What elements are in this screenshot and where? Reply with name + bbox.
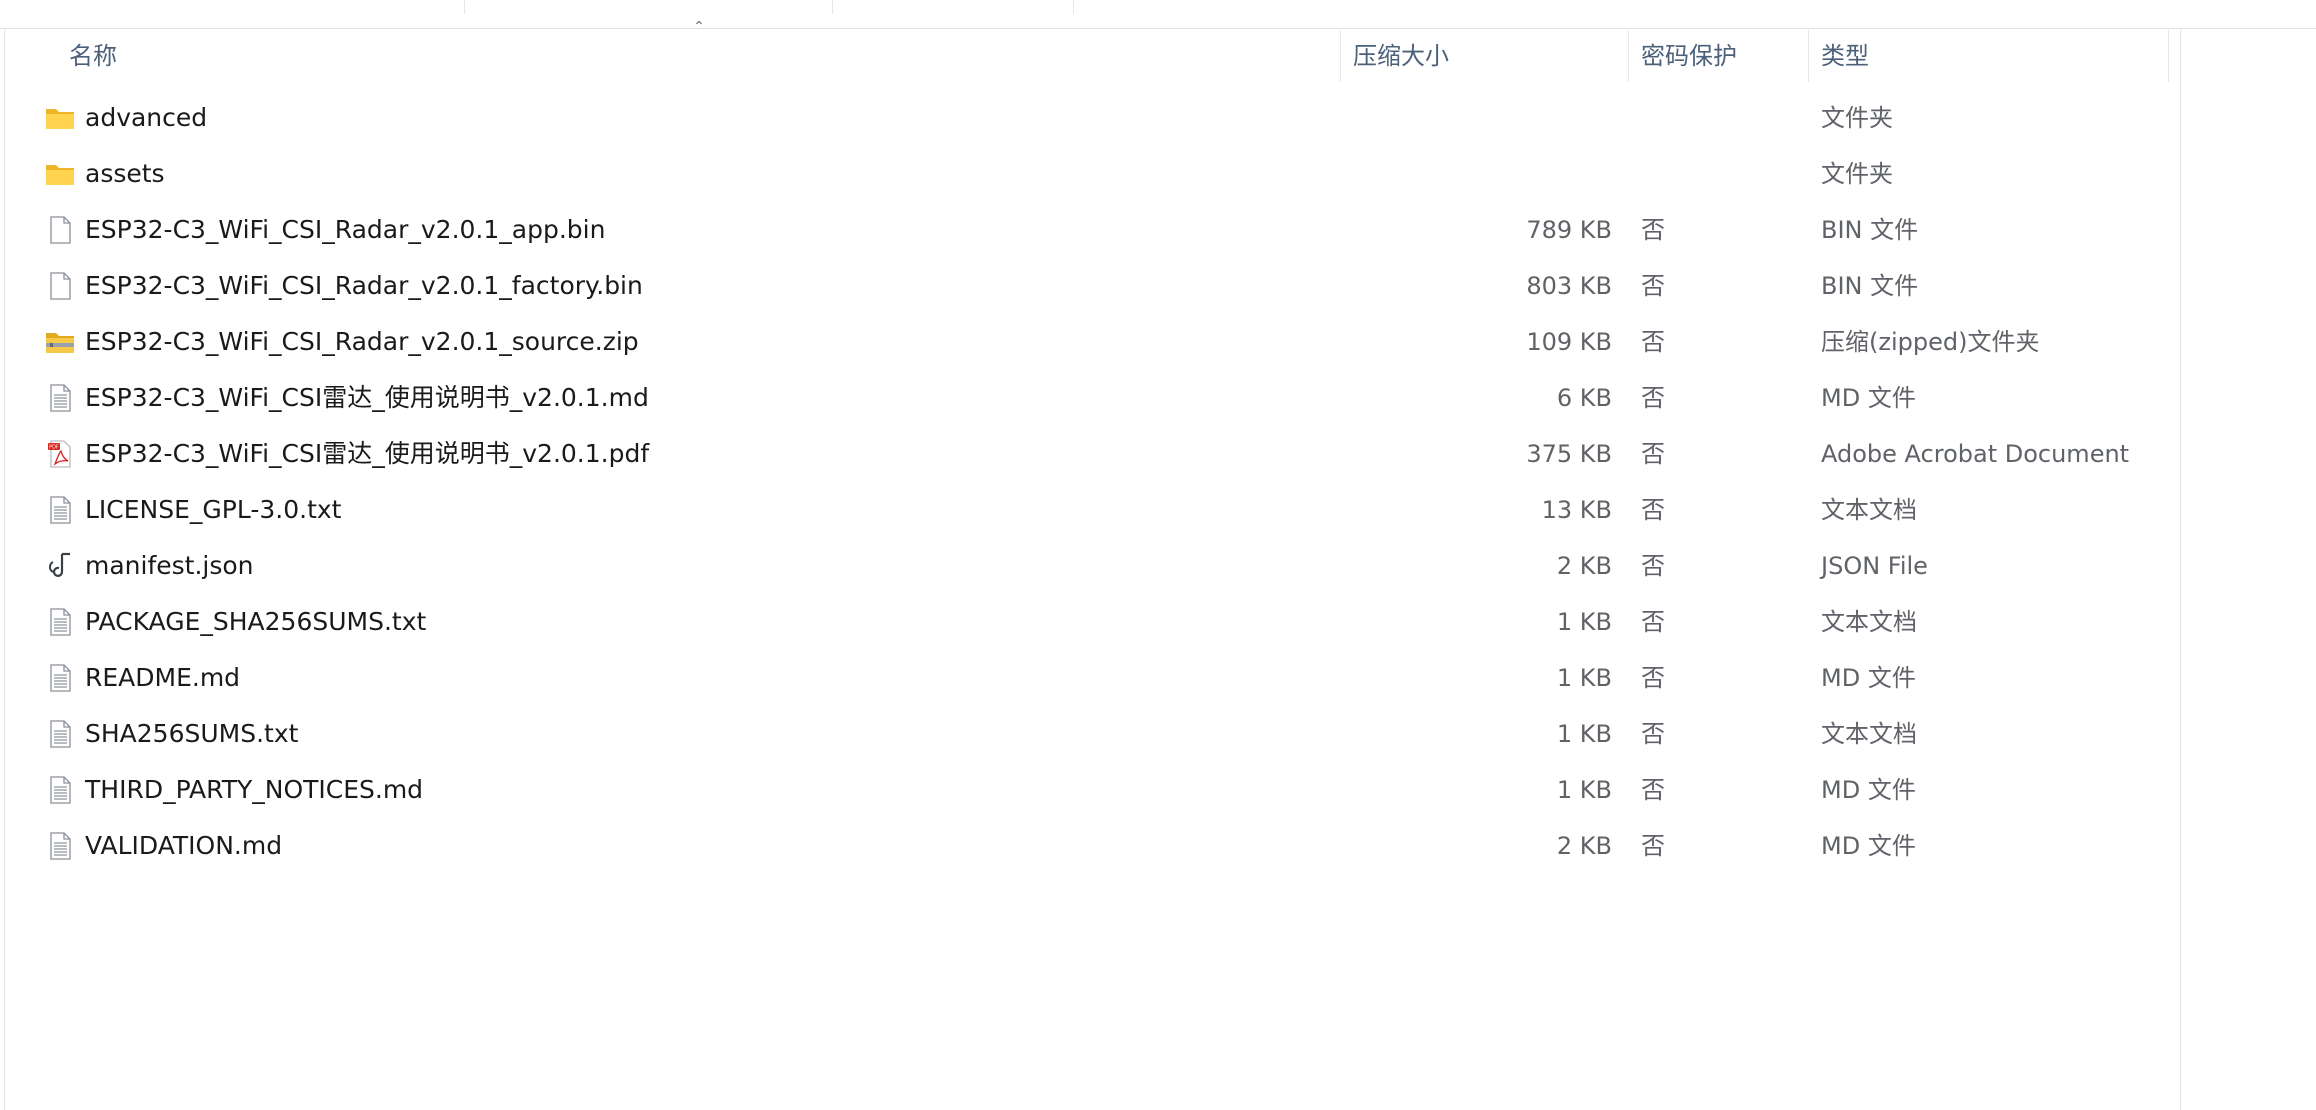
file-row[interactable]: PDF ESP32-C3_WiFi_CSI雷达_使用说明书_v2.0.1.pdf 3… — [0, 426, 2170, 482]
column-header-row: 名称 压缩大小 密码保护 类型 — [0, 30, 2170, 82]
text-file-icon — [44, 606, 76, 638]
file-name: ESP32-C3_WiFi_CSI雷达_使用说明书_v2.0.1.md — [85, 383, 649, 412]
file-name: advanced — [85, 103, 208, 132]
file-name: ESP32-C3_WiFi_CSI_Radar_v2.0.1_source.zi… — [85, 327, 639, 356]
file-row[interactable]: ESP32-C3_WiFi_CSI_Radar_v2.0.1_source.zi… — [0, 314, 2170, 370]
column-divider[interactable] — [1628, 30, 1629, 82]
file-size: 1 KB — [1556, 776, 1612, 804]
json-file-icon — [44, 550, 76, 582]
file-row[interactable]: PACKAGE_SHA256SUMS.txt 1 KB 否 文本文档 — [0, 594, 2170, 650]
file-protected: 否 — [1641, 832, 1665, 860]
file-size: 803 KB — [1526, 272, 1612, 300]
file-name: ESP32-C3_WiFi_CSI_Radar_v2.0.1_app.bin — [85, 215, 606, 244]
file-size: 6 KB — [1556, 384, 1612, 412]
file-type: MD 文件 — [1821, 776, 1916, 804]
file-name: assets — [85, 159, 165, 188]
column-divider[interactable] — [2168, 30, 2169, 82]
column-header-protected[interactable]: 密码保护 — [1641, 30, 1737, 82]
file-protected: 否 — [1641, 496, 1665, 524]
file-name: SHA256SUMS.txt — [85, 719, 299, 748]
file-size: 109 KB — [1526, 328, 1612, 356]
file-protected: 否 — [1641, 440, 1665, 468]
file-size — [1380, 90, 1612, 146]
file-type: MD 文件 — [1821, 384, 1916, 412]
file-name: VALIDATION.md — [85, 831, 283, 860]
text-file-icon — [44, 830, 76, 862]
file-name: README.md — [85, 663, 241, 692]
file-row[interactable]: THIRD_PARTY_NOTICES.md 1 KB 否 MD 文件 — [0, 762, 2170, 818]
file-size: 375 KB — [1526, 440, 1612, 468]
file-name: PACKAGE_SHA256SUMS.txt — [85, 607, 427, 636]
toolbar-divider — [1073, 0, 1074, 14]
text-file-icon — [44, 774, 76, 806]
toolbar-strip — [0, 0, 2316, 29]
file-size: 1 KB — [1556, 664, 1612, 692]
blank-file-icon — [44, 214, 76, 246]
file-type: JSON File — [1821, 552, 1928, 580]
file-type: 文本文档 — [1821, 496, 1917, 524]
file-type: 文件夹 — [1821, 104, 1893, 132]
file-name: ESP32-C3_WiFi_CSI雷达_使用说明书_v2.0.1.pdf — [85, 439, 650, 468]
file-size: 2 KB — [1556, 832, 1612, 860]
column-header-size[interactable]: 压缩大小 — [1353, 30, 1449, 82]
text-file-icon — [44, 662, 76, 694]
file-protected: 否 — [1641, 328, 1665, 356]
file-size: 789 KB — [1526, 216, 1612, 244]
zip-folder-icon — [44, 326, 76, 358]
file-type: Adobe Acrobat Document — [1821, 440, 2130, 468]
file-protected: 否 — [1641, 272, 1665, 300]
file-protected: 否 — [1641, 608, 1665, 636]
file-row[interactable]: assets 文件夹 — [0, 146, 2170, 202]
pdf-file-icon: PDF — [44, 438, 76, 470]
file-row[interactable]: ESP32-C3_WiFi_CSI_Radar_v2.0.1_app.bin 78… — [0, 202, 2170, 258]
file-protected: 否 — [1641, 664, 1665, 692]
file-protected: 否 — [1641, 216, 1665, 244]
column-header-name[interactable]: 名称 — [69, 30, 117, 82]
file-type: BIN 文件 — [1821, 216, 1919, 244]
file-name: ESP32-C3_WiFi_CSI_Radar_v2.0.1_factory.b… — [85, 271, 643, 300]
file-row[interactable]: advanced 文件夹 — [0, 90, 2170, 146]
file-protected: 否 — [1641, 384, 1665, 412]
file-list: advanced 文件夹 assets 文件夹 ESP32-C3_WiFi_CSI_Ra… — [0, 90, 2170, 874]
file-type: BIN 文件 — [1821, 272, 1919, 300]
file-type: 文本文档 — [1821, 608, 1917, 636]
file-name: manifest.json — [85, 551, 254, 580]
file-name: THIRD_PARTY_NOTICES.md — [85, 775, 424, 804]
toolbar-divider — [832, 0, 833, 14]
file-row[interactable]: README.md 1 KB 否 MD 文件 — [0, 650, 2170, 706]
folder-icon — [44, 102, 76, 134]
text-file-icon — [44, 382, 76, 414]
svg-text:PDF: PDF — [49, 445, 59, 451]
file-type: 压缩(zipped)文件夹 — [1821, 328, 2040, 356]
file-row[interactable]: SHA256SUMS.txt 1 KB 否 文本文档 — [0, 706, 2170, 762]
column-divider[interactable] — [1340, 30, 1341, 82]
file-row[interactable]: ESP32-C3_WiFi_CSI雷达_使用说明书_v2.0.1.md 6 KB 否… — [0, 370, 2170, 426]
file-protected: 否 — [1641, 776, 1665, 804]
file-type: MD 文件 — [1821, 664, 1916, 692]
file-size: 1 KB — [1556, 720, 1612, 748]
folder-icon — [44, 158, 76, 190]
file-protected: 否 — [1641, 552, 1665, 580]
file-row[interactable]: ESP32-C3_WiFi_CSI_Radar_v2.0.1_factory.b… — [0, 258, 2170, 314]
file-row[interactable]: LICENSE_GPL-3.0.txt 13 KB 否 文本文档 — [0, 482, 2170, 538]
pane-right-border — [2180, 28, 2181, 1110]
file-type: MD 文件 — [1821, 832, 1916, 860]
file-protected: 否 — [1641, 720, 1665, 748]
file-type: 文本文档 — [1821, 720, 1917, 748]
file-name: LICENSE_GPL-3.0.txt — [85, 495, 342, 524]
file-size: 13 KB — [1541, 496, 1612, 524]
toolbar-divider — [464, 0, 465, 14]
file-size — [1380, 146, 1612, 202]
file-explorer-window: ⌃ 名称 压缩大小 密码保护 类型 advanced 文件夹 assets 文件夹 ES… — [0, 0, 2316, 1110]
column-header-type[interactable]: 类型 — [1821, 30, 1869, 82]
file-size: 1 KB — [1556, 608, 1612, 636]
column-divider[interactable] — [1808, 30, 1809, 82]
file-type: 文件夹 — [1821, 160, 1893, 188]
text-file-icon — [44, 718, 76, 750]
file-row[interactable]: manifest.json 2 KB 否 JSON File — [0, 538, 2170, 594]
file-size: 2 KB — [1556, 552, 1612, 580]
blank-file-icon — [44, 270, 76, 302]
text-file-icon — [44, 494, 76, 526]
file-row[interactable]: VALIDATION.md 2 KB 否 MD 文件 — [0, 818, 2170, 874]
